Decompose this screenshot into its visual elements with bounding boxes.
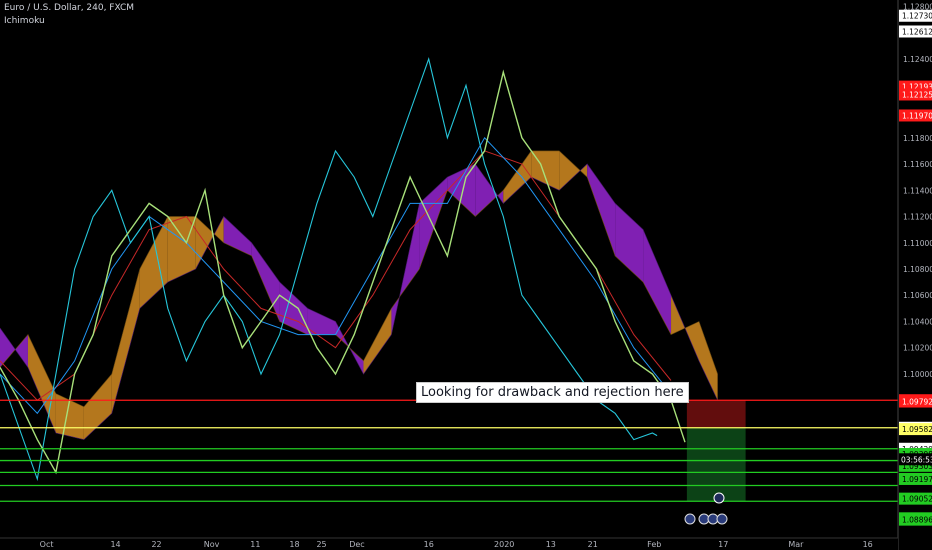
price-label: 1.09792	[902, 398, 932, 407]
chart-title: Euro / U.S. Dollar, 240, FXCM	[4, 3, 135, 13]
price-axis: 1.128001.127301.126101.124001.121901.121…	[897, 0, 932, 550]
price-label: 1.11970	[902, 111, 932, 120]
cloud-segment	[279, 282, 308, 335]
event-icon	[684, 513, 696, 525]
y-tick-label: 1.11000	[903, 239, 932, 248]
price-label: 1.12125	[902, 90, 932, 99]
price-label: 1.12612	[902, 27, 932, 36]
price-label: 1.09197	[902, 475, 932, 484]
cloud-segment	[111, 269, 140, 414]
stop-loss-zone	[686, 400, 746, 428]
x-tick-label: 14	[110, 540, 120, 549]
cloud-segment	[223, 216, 252, 256]
cloud-segment	[615, 203, 644, 283]
cloud-segment	[363, 308, 392, 374]
x-tick-label: 22	[151, 540, 161, 549]
countdown-label: 03:56:53	[901, 455, 932, 464]
cloud-segment	[587, 164, 616, 256]
x-tick-label: 25	[316, 540, 326, 549]
horizontal-levels	[0, 399, 898, 502]
x-tick-label: 11	[250, 540, 260, 549]
price-label: 1.09052	[902, 495, 932, 504]
event-icon	[716, 513, 728, 525]
cloud-segment	[27, 334, 56, 434]
price-label: 1.08896	[902, 516, 932, 525]
x-tick-label: Mar	[788, 540, 804, 549]
y-tick-label: 1.10200	[903, 344, 932, 353]
event-icon	[713, 492, 725, 504]
y-tick-label: 1.11200	[903, 213, 932, 222]
cloud-segment	[419, 177, 448, 269]
x-tick-label: Oct	[40, 540, 54, 549]
x-tick-label: 21	[588, 540, 598, 549]
x-tick-label: Nov	[204, 540, 220, 549]
y-tick-label: 1.10400	[903, 317, 932, 326]
y-tick-label: 1.10800	[903, 265, 932, 274]
y-tick-label: 1.12400	[903, 55, 932, 64]
cloud-segment	[559, 150, 588, 191]
price-chart[interactable]: 1.128001.127301.126101.124001.121901.121…	[0, 0, 932, 550]
price-label: 1.09582	[902, 425, 932, 434]
x-tick-label: 16	[863, 540, 873, 549]
x-tick-label: 13	[546, 540, 556, 549]
x-tick-label: 18	[289, 540, 299, 549]
y-tick-label: 1.10600	[903, 291, 932, 300]
y-tick-label: 1.11400	[903, 186, 932, 195]
price-label: 1.12730	[902, 12, 932, 21]
cloud-segment	[139, 216, 168, 309]
x-tick-label: 17	[718, 540, 728, 549]
time-axis-bg	[0, 538, 898, 550]
indicator-name: Ichimoku	[4, 16, 45, 26]
cloud-segment	[475, 164, 504, 217]
cloud-segment	[447, 164, 476, 217]
chart-annotation[interactable]: Looking for drawback and rejection here	[416, 382, 689, 403]
x-tick-label: 16	[424, 540, 434, 549]
x-tick-label: Feb	[647, 540, 661, 549]
x-tick-label: Dec	[349, 540, 364, 549]
cloud-segment	[699, 321, 718, 401]
y-tick-label: 1.10000	[903, 370, 932, 379]
cloud-segment	[83, 373, 112, 440]
x-tick-label: 2020	[494, 540, 514, 549]
take-profit-zone	[686, 427, 746, 502]
y-tick-label: 1.11600	[903, 160, 932, 169]
cloud-segment	[643, 229, 672, 335]
y-tick-label: 1.11800	[903, 134, 932, 143]
